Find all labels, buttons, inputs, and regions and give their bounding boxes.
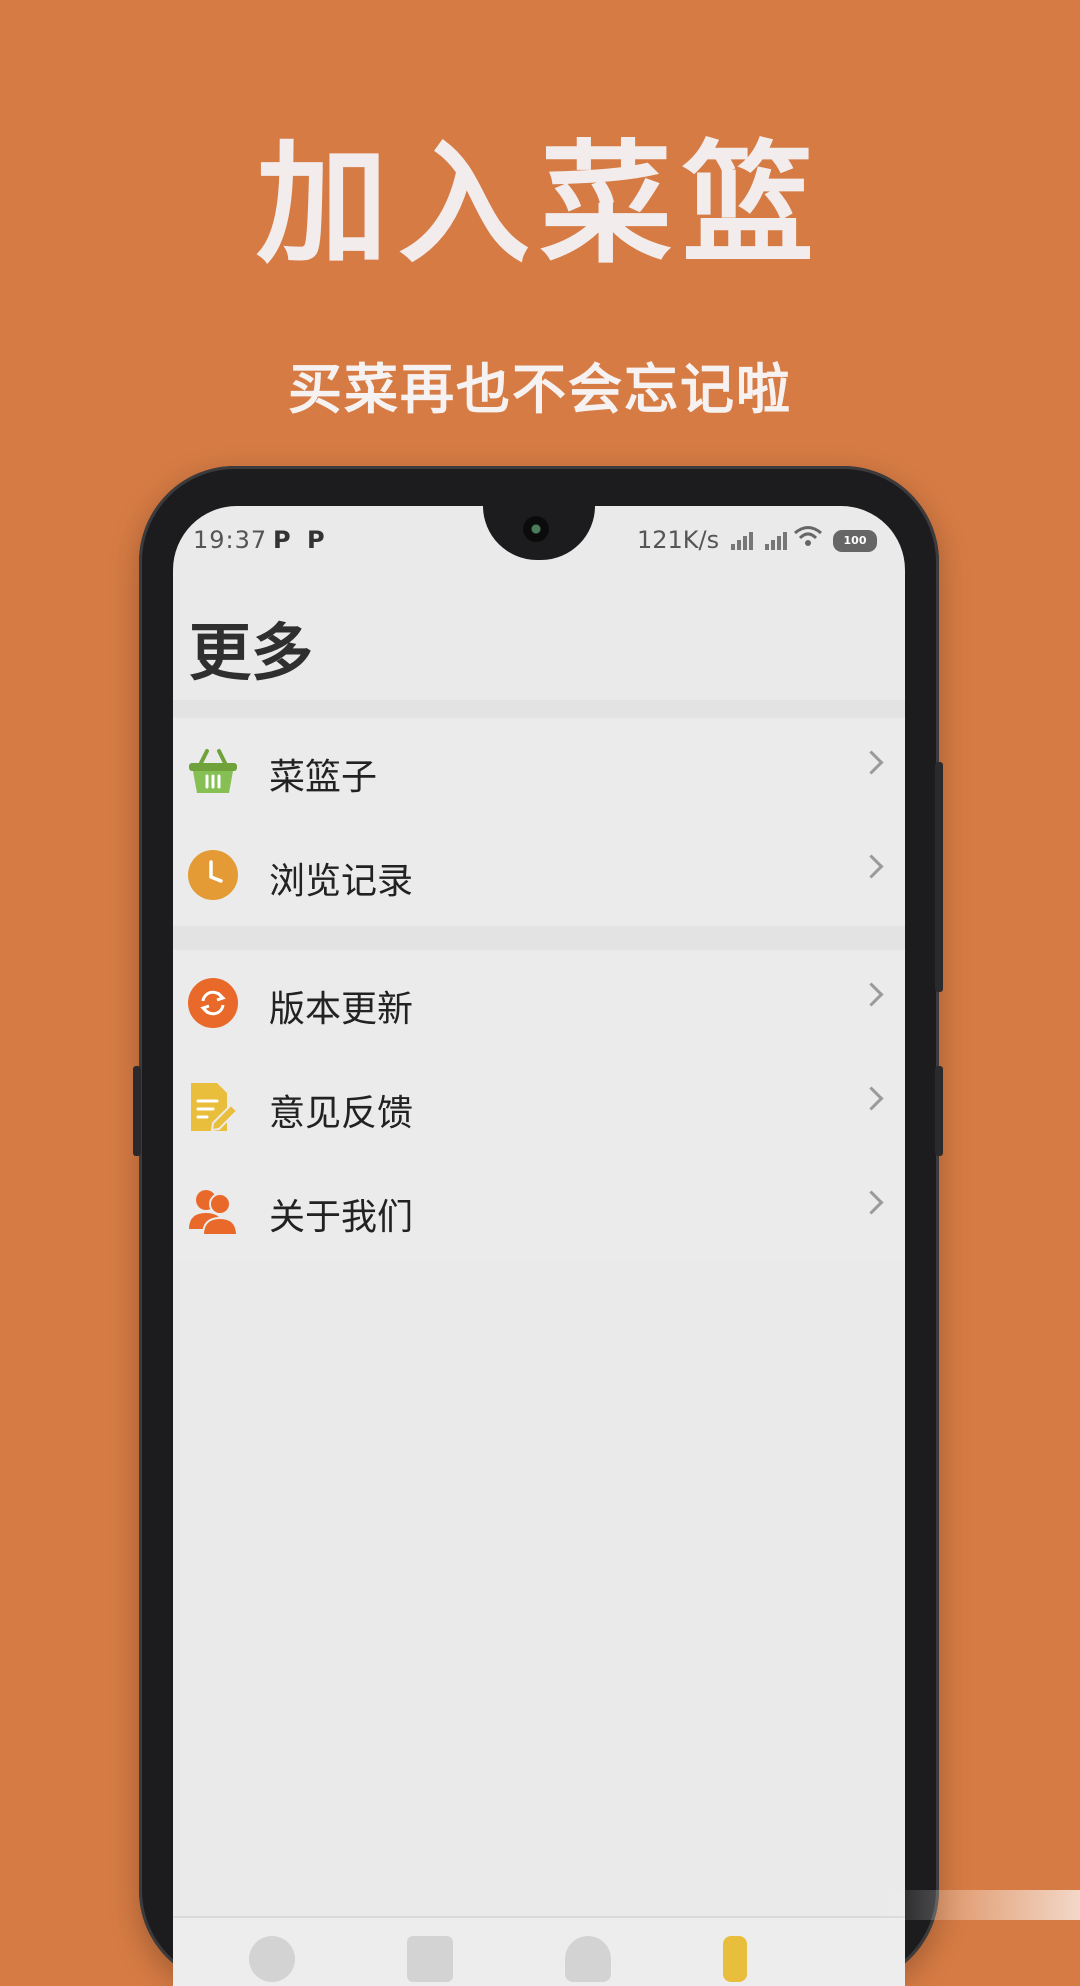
wifi-icon	[793, 524, 823, 555]
tab-favorite-icon[interactable]	[565, 1936, 611, 1982]
menu-item-about[interactable]: 关于我们	[173, 1158, 905, 1262]
refresh-icon	[187, 977, 239, 1029]
phone-screen: 19:37 P P 121K/s 100 更多 菜篮子 浏览记录 版本更新 意见…	[173, 506, 905, 1986]
status-time: 19:37	[193, 526, 268, 554]
tab-category-icon[interactable]	[407, 1936, 453, 1982]
divider	[173, 700, 905, 718]
phone-frame: 19:37 P P 121K/s 100 更多 菜篮子 浏览记录 版本更新 意见…	[133, 466, 943, 1986]
menu-item-label: 意见反馈	[269, 1093, 414, 1134]
chevron-right-icon	[859, 750, 884, 775]
clock-icon	[187, 849, 239, 901]
chevron-right-icon	[859, 854, 884, 879]
signal-icon	[765, 530, 793, 550]
signal-icon	[731, 530, 759, 550]
menu-item-basket[interactable]: 菜篮子	[173, 718, 905, 822]
chevron-right-icon	[859, 1190, 884, 1215]
users-icon	[187, 1185, 239, 1237]
network-speed: 121K/s	[637, 526, 720, 554]
battery-icon: 100	[833, 530, 877, 552]
chevron-right-icon	[859, 1086, 884, 1111]
watermark	[880, 1890, 1080, 1920]
promo-headline: 加入菜篮	[256, 128, 824, 282]
page-title: 更多	[189, 616, 314, 689]
feedback-icon	[187, 1081, 239, 1133]
power-button	[935, 762, 943, 992]
camera-icon	[523, 516, 549, 542]
bottom-tab-bar	[173, 1916, 905, 1986]
notification-icon: P	[307, 526, 325, 554]
side-button	[935, 1066, 943, 1156]
volume-button	[133, 1066, 141, 1156]
menu-group-2: 版本更新 意见反馈 关于我们	[173, 950, 905, 1262]
menu-item-label: 浏览记录	[269, 861, 414, 902]
divider	[173, 926, 905, 950]
menu-item-label: 版本更新	[269, 989, 414, 1030]
promo-subheadline: 买菜再也不会忘记啦	[288, 358, 792, 421]
menu-item-label: 关于我们	[269, 1197, 414, 1238]
menu-item-update[interactable]: 版本更新	[173, 950, 905, 1054]
notification-icon: P	[273, 526, 291, 554]
tab-more-icon[interactable]	[723, 1936, 747, 1982]
menu-item-history[interactable]: 浏览记录	[173, 822, 905, 926]
menu-group-1: 菜篮子 浏览记录	[173, 718, 905, 926]
tab-home-icon[interactable]	[249, 1936, 295, 1982]
basket-icon	[187, 745, 239, 797]
menu-item-label: 菜篮子	[269, 757, 378, 798]
chevron-right-icon	[859, 982, 884, 1007]
menu-item-feedback[interactable]: 意见反馈	[173, 1054, 905, 1158]
